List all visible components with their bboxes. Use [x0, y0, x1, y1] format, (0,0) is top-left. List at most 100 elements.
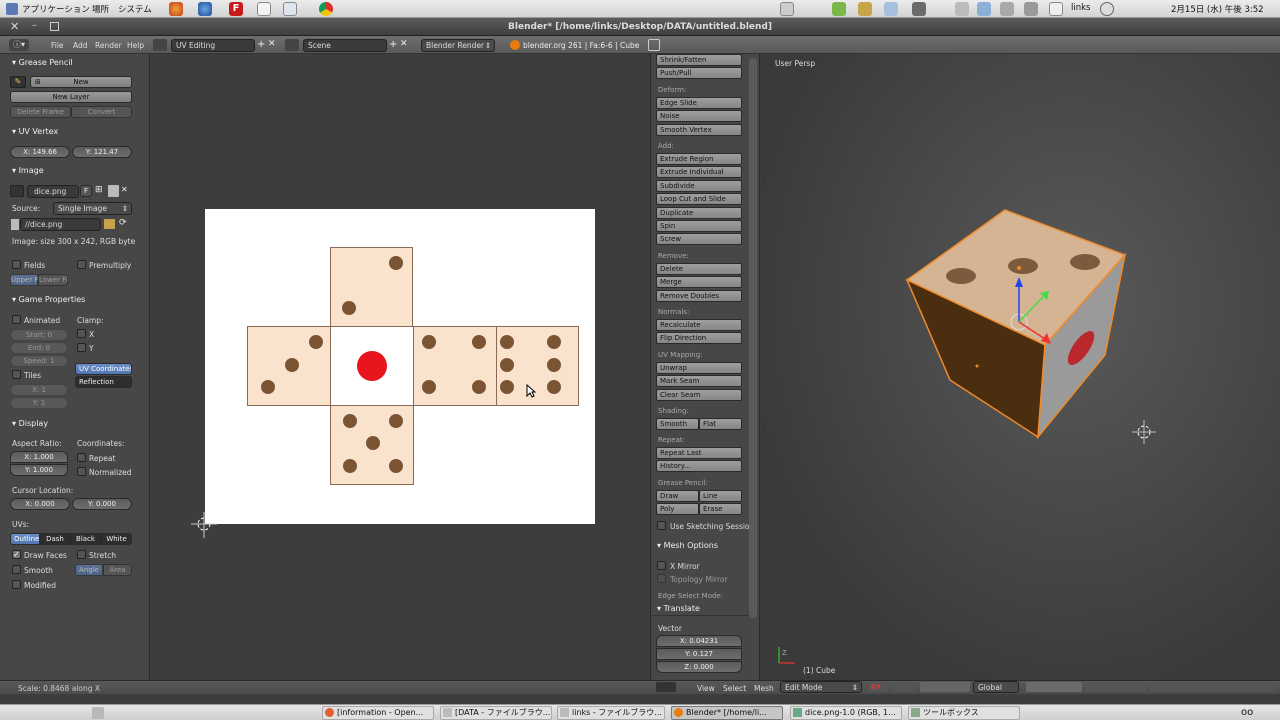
clear-seam-button[interactable]: Clear Seam — [656, 388, 742, 401]
shade-smooth-button[interactable]: Smooth — [656, 418, 699, 430]
lower-field-button[interactable]: Lower Fi — [38, 274, 68, 286]
delete-button[interactable]: Delete — [656, 262, 742, 275]
manipulator-icons[interactable] — [920, 682, 970, 692]
gp-poly-button[interactable]: Poly — [656, 503, 699, 516]
cursor-x-field[interactable]: X: 0.000 — [10, 498, 70, 510]
aspect-x-field[interactable]: X: 1.000 — [10, 451, 68, 463]
thunderbird-icon[interactable] — [198, 2, 212, 16]
bluetooth-icon[interactable] — [1000, 2, 1014, 16]
x-mirror-checkbox[interactable] — [657, 561, 666, 570]
tray-icon-5[interactable] — [912, 2, 926, 16]
select-mode-buttons[interactable] — [1086, 682, 1146, 692]
taskbar-item[interactable]: [information - Open... — [322, 706, 434, 720]
vector-x-field[interactable]: X: 0.04231 — [656, 635, 742, 647]
shrink-fatten-button[interactable]: Shrink/Fatten — [656, 54, 742, 66]
display-header[interactable]: ▾ Display — [12, 419, 48, 428]
uv-face-far-right[interactable] — [496, 326, 579, 406]
volume-icon[interactable] — [1024, 2, 1038, 16]
os-menu-applications[interactable]: アプリケーション — [22, 3, 90, 15]
animated-checkbox[interactable] — [12, 315, 21, 324]
vector-y-field[interactable]: Y: 0.127 — [656, 648, 742, 660]
firefox-icon[interactable] — [169, 2, 183, 16]
orientation-select[interactable]: Global — [973, 681, 1019, 693]
modified-checkbox[interactable] — [12, 580, 21, 589]
fake-user-button[interactable]: F — [80, 185, 92, 197]
spin-button[interactable]: Spin — [656, 220, 742, 232]
source-select[interactable]: Single Image ⇕ — [53, 202, 132, 215]
gp-new-button[interactable]: ⊞ New — [30, 76, 132, 88]
speed-field[interactable]: Speed: 1 — [10, 355, 68, 367]
fields-checkbox[interactable] — [12, 260, 21, 269]
upper-field-button[interactable]: Upper Fi — [10, 274, 40, 286]
gp-draw-button[interactable]: Draw — [656, 489, 699, 502]
black-button[interactable]: Black — [70, 533, 101, 545]
remove-layout-icon[interactable]: ✕ — [268, 39, 278, 51]
menu-render[interactable]: Render — [95, 41, 122, 50]
duplicate-button[interactable]: Duplicate — [656, 206, 742, 219]
proportional-edit-icons[interactable] — [1150, 682, 1274, 692]
normalized-checkbox[interactable] — [77, 467, 86, 476]
render-engine-select[interactable]: Blender Render ⇕ — [421, 39, 495, 52]
tiles-y-field[interactable]: Y: 1 — [10, 397, 68, 409]
white-button[interactable]: White — [101, 533, 132, 545]
menu-add[interactable]: Add — [73, 41, 88, 50]
uv-face-left[interactable] — [247, 326, 331, 406]
clamp-x-checkbox[interactable] — [77, 329, 86, 338]
tray-icon-3[interactable] — [858, 2, 872, 16]
taskbar-item[interactable]: ツールボックス — [908, 706, 1020, 720]
menu-view[interactable]: View — [697, 684, 715, 693]
os-clock[interactable]: 2月15日 (水) 午後 3:52 — [1171, 3, 1264, 15]
files-icon[interactable] — [283, 2, 297, 16]
edge-slide-button[interactable]: Edge Slide — [656, 96, 742, 109]
os-menu-icon[interactable] — [6, 3, 18, 15]
reload-icon[interactable]: ⟳ — [119, 218, 132, 230]
menu-help[interactable]: Help — [127, 41, 144, 50]
mode-select[interactable]: Edit Mode ⇕ — [780, 681, 862, 693]
remove-scene-icon[interactable]: ✕ — [400, 39, 410, 51]
taskbar-item[interactable]: [DATA - ファイルブラウ... — [440, 706, 552, 720]
repeat-checkbox[interactable] — [77, 453, 86, 462]
push-pull-button[interactable]: Push/Pull — [656, 67, 742, 80]
gp-line-button[interactable]: Line — [699, 489, 742, 502]
vector-z-field[interactable]: Z: 0.000 — [656, 661, 742, 673]
fullscreen-icon[interactable] — [648, 39, 660, 51]
tray-icon-1[interactable] — [780, 2, 794, 16]
info-editor-icon[interactable]: ⓘ▾ — [9, 39, 29, 51]
mesh-options-header[interactable]: ▾ Mesh Options — [657, 541, 718, 550]
cursor-y-field[interactable]: Y: 0.000 — [72, 498, 132, 510]
chrome-icon[interactable] — [319, 2, 333, 16]
image-browse-icon[interactable] — [10, 185, 24, 197]
editor-type-icon[interactable] — [656, 682, 676, 692]
clamp-y-checkbox[interactable] — [77, 343, 86, 352]
keyboard-icon[interactable] — [955, 2, 969, 16]
scene-field[interactable]: Scene — [303, 39, 387, 52]
layout-icon[interactable] — [153, 39, 167, 51]
smooth-vertex-button[interactable]: Smooth Vertex — [656, 123, 742, 136]
image-path-field[interactable]: //dice.png — [20, 218, 101, 231]
tool-shelf-scrollbar[interactable] — [749, 58, 757, 618]
filezilla-icon[interactable]: F — [229, 2, 243, 16]
uv-face-right[interactable] — [413, 326, 497, 406]
scene-icon[interactable] — [285, 39, 299, 51]
taskbar-item[interactable]: dice.png-1.0 (RGB, 1... — [790, 706, 902, 720]
image-open-icon[interactable] — [108, 185, 119, 197]
uv-vertex-y[interactable]: Y: 121.47 — [72, 146, 132, 158]
tray-icon-2[interactable] — [832, 2, 846, 16]
menu-select[interactable]: Select — [723, 684, 746, 693]
shade-flat-button[interactable]: Flat — [699, 418, 742, 430]
uv-coordinates-button[interactable]: UV Coordinates — [75, 363, 132, 375]
image-header[interactable]: ▾ Image — [12, 166, 44, 175]
add-scene-icon[interactable]: + — [389, 39, 399, 51]
gp-erase-button[interactable]: Erase — [699, 503, 742, 516]
folder-icon[interactable] — [104, 219, 115, 229]
outline-button[interactable]: Outline — [10, 533, 40, 545]
screen-layout-field[interactable]: UV Editing — [171, 39, 255, 52]
flip-direction-button[interactable]: Flip Direction — [656, 332, 742, 345]
loop-cut-and-slide-button[interactable]: Loop Cut and Slide — [656, 193, 742, 206]
translate-header[interactable]: ▾ Translate — [657, 604, 700, 613]
history-button[interactable]: History... — [656, 460, 742, 473]
merge-button[interactable]: Merge — [656, 276, 742, 289]
tiles-x-field[interactable]: X: 1 — [10, 384, 68, 396]
start-field[interactable]: Start: 0 — [10, 329, 68, 341]
stretch-checkbox[interactable] — [77, 550, 86, 559]
